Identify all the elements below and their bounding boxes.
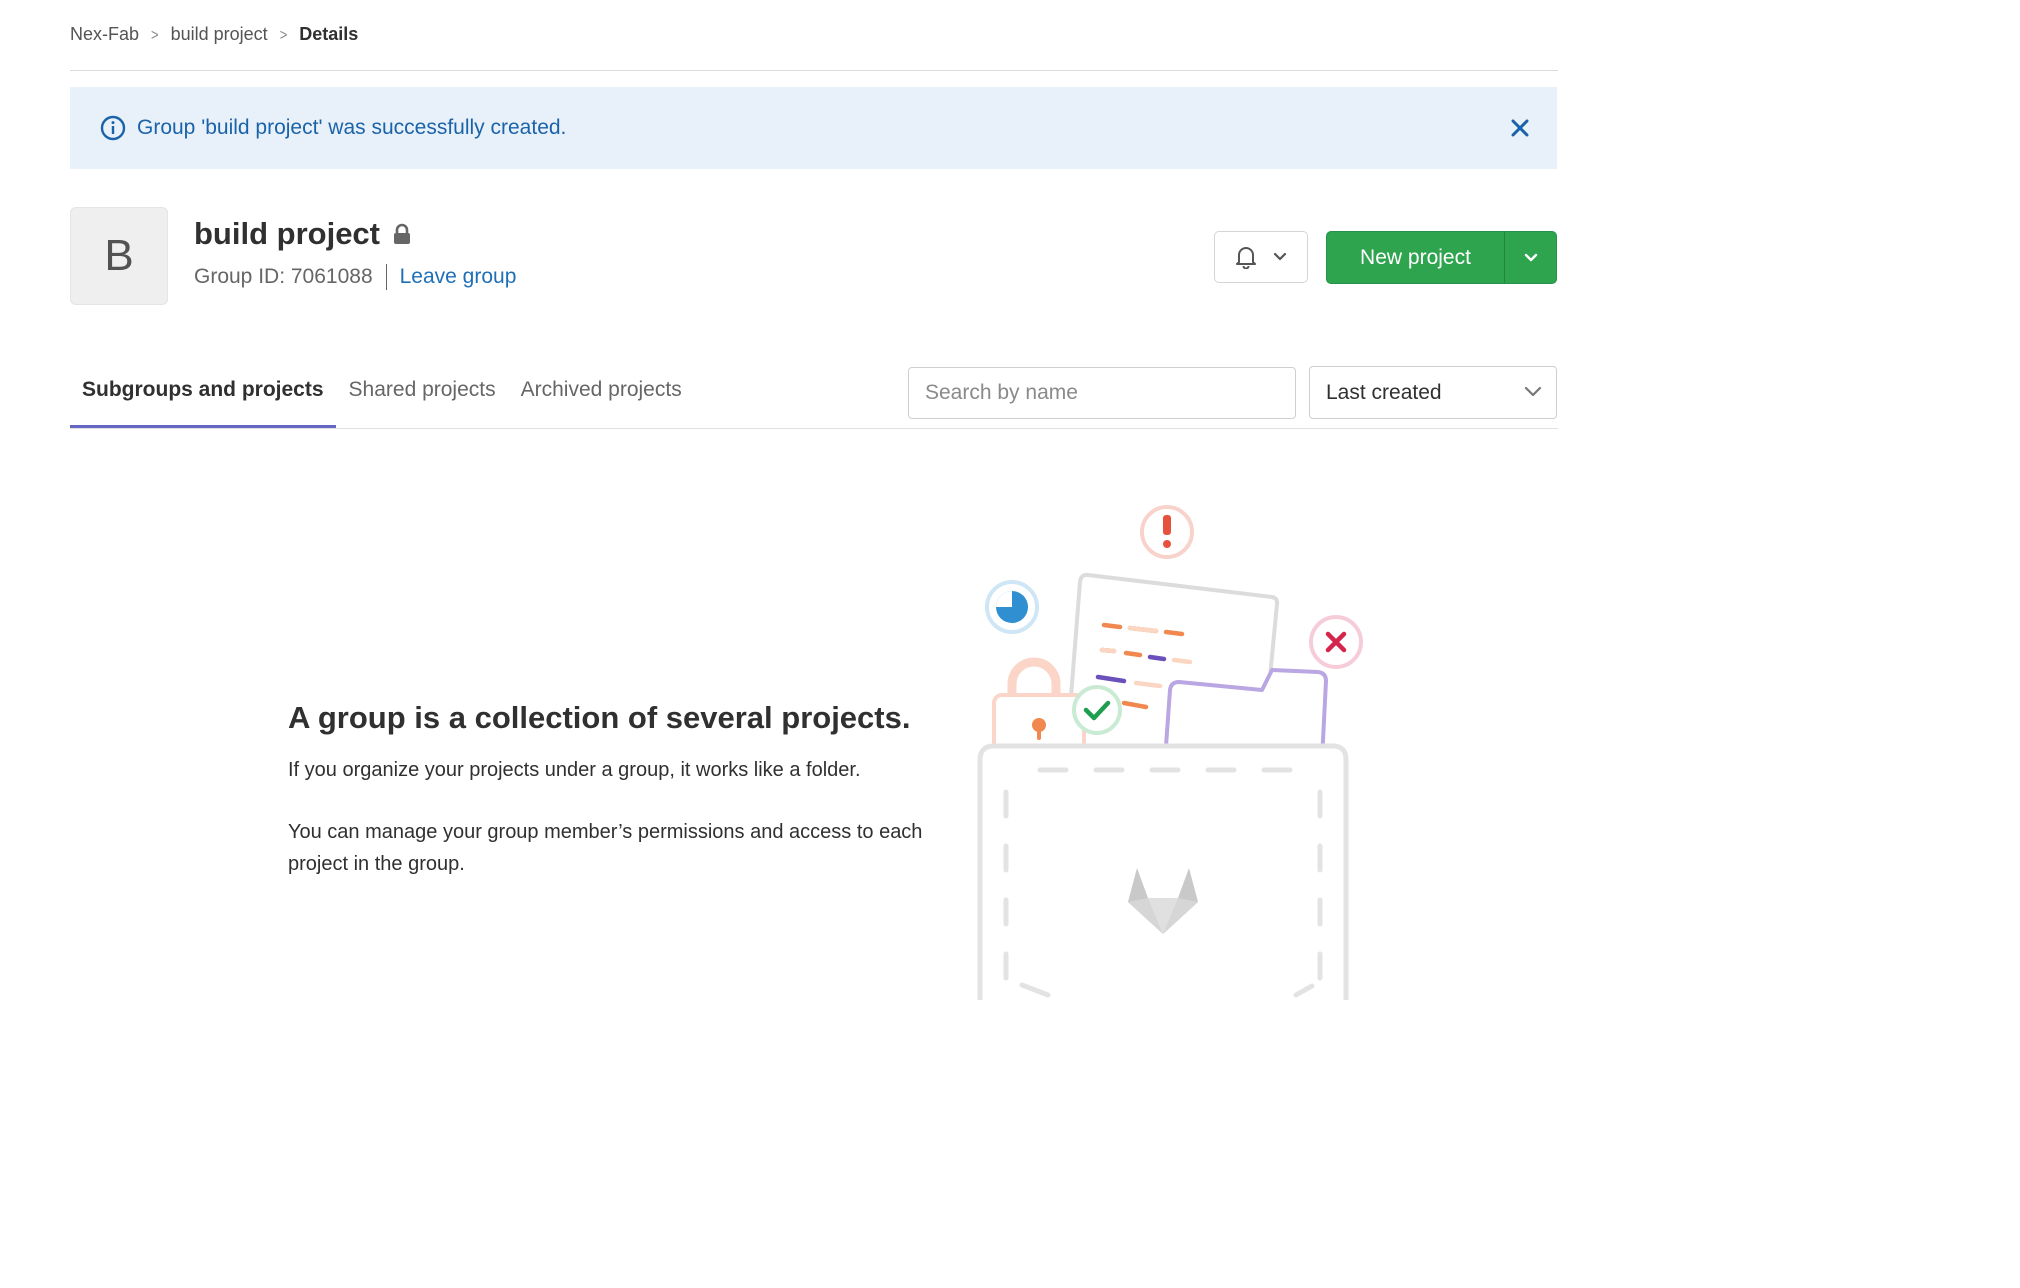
empty-state-title: A group is a collection of several proje…: [288, 700, 911, 735]
search-input[interactable]: [908, 367, 1296, 419]
tabs-divider: [70, 428, 1558, 429]
info-icon: [100, 115, 126, 141]
error-icon: [1309, 615, 1363, 669]
new-project-dropdown-toggle[interactable]: [1505, 232, 1556, 283]
check-icon: [1072, 685, 1122, 735]
sort-selected-label: Last created: [1326, 380, 1442, 404]
group-name: build project: [194, 216, 380, 251]
group-meta: Group ID: 7061088 Leave group: [194, 262, 516, 292]
group-id: Group ID: 7061088: [194, 265, 373, 288]
close-icon[interactable]: [1509, 117, 1531, 139]
page-title: build project: [194, 216, 412, 252]
breadcrumb-item-nex-fab[interactable]: Nex-Fab: [70, 24, 139, 45]
tab-shared-projects[interactable]: Shared projects: [337, 366, 508, 428]
leave-group-link[interactable]: Leave group: [400, 265, 517, 289]
empty-state-description-1: If you organize your projects under a gr…: [288, 759, 861, 781]
chevron-down-icon: [1524, 253, 1537, 261]
lock-icon: [394, 223, 410, 244]
chevron-down-icon: [1524, 386, 1542, 397]
breadcrumb-divider: [70, 70, 1558, 71]
chevron-down-icon: [1273, 252, 1287, 261]
group-avatar: B: [70, 207, 168, 305]
group-tabs: Subgroups and projects Shared projects A…: [70, 366, 695, 428]
sort-dropdown[interactable]: Last created: [1309, 366, 1557, 419]
notification-dropdown-button[interactable]: [1214, 231, 1308, 283]
chevron-right-icon: >: [279, 25, 288, 43]
pocket-icon: [977, 743, 1349, 1000]
success-alert: Group 'build project' was successfully c…: [70, 87, 1557, 169]
bell-icon: [1236, 247, 1256, 269]
warning-icon: [1140, 505, 1194, 559]
tab-subgroups-and-projects[interactable]: Subgroups and projects: [70, 366, 336, 428]
chevron-right-icon: >: [151, 25, 159, 43]
breadcrumb-item-build-project[interactable]: build project: [171, 24, 268, 45]
breadcrumb-current[interactable]: Details: [299, 24, 358, 45]
clock-icon: [985, 580, 1039, 634]
empty-state-description-2: You can manage your group member’s permi…: [288, 821, 923, 875]
tab-archived-projects[interactable]: Archived projects: [509, 366, 694, 428]
alert-message: Group 'build project' was successfully c…: [137, 116, 567, 139]
empty-state-illustration: [977, 505, 1363, 1000]
new-project-split-button: New project: [1326, 231, 1557, 284]
meta-divider: [385, 264, 387, 290]
breadcrumb: Nex-Fab > build project > Details: [70, 22, 358, 46]
new-project-button[interactable]: New project: [1327, 232, 1505, 283]
